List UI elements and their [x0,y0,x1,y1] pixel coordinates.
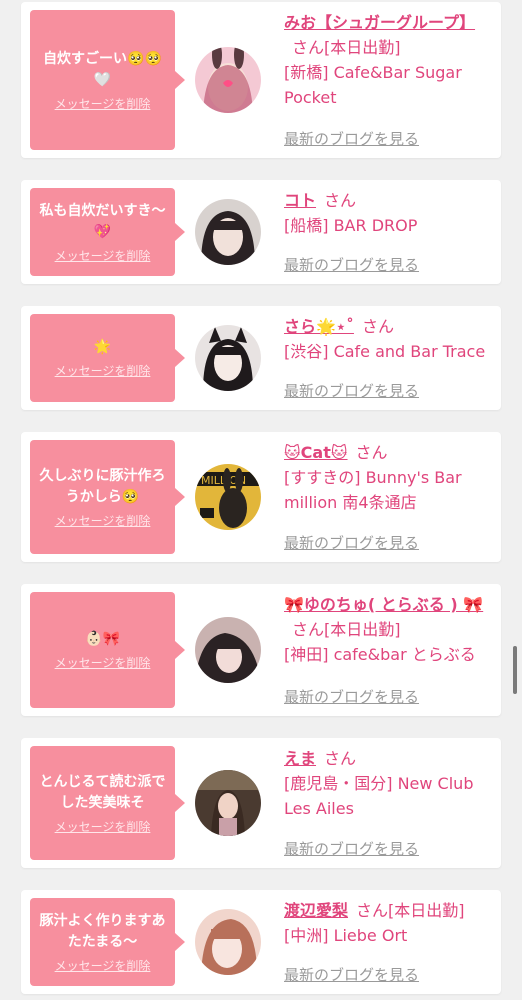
cast-info: えま さん [鹿児島・国分] New Club Les Ailes [284,746,499,821]
avatar-photo [195,617,261,683]
delete-message-link[interactable]: メッセージを削除 [55,512,151,529]
list-item: 自炊すごーい🥺🥺🤍 メッセージを削除 みお【シュガーグループ】さん[本日出勤] … [21,2,501,158]
honorific: さん [292,620,325,639]
avatar-photo: MILLION [195,464,261,530]
honorific: さん [356,901,389,920]
avatar[interactable] [195,47,261,113]
cast-info: コト さん [船橋] BAR DROP [284,188,499,238]
cast-name-link[interactable]: 🐱Cat🐱 [284,443,348,462]
latest-blog-link[interactable]: 最新のブログを見る [284,964,419,985]
cast-name-link[interactable]: さら🌟⋆˚ [284,317,354,336]
avatar-photo [195,47,261,113]
message-bubble: 自炊すごーい🥺🥺🤍 メッセージを削除 [30,10,185,150]
cast-name-link[interactable]: コト [284,191,316,210]
honorific: さん [292,38,325,57]
delete-message-link[interactable]: メッセージを削除 [55,362,151,379]
message-text: 🌟 [93,339,112,355]
latest-blog-link[interactable]: 最新のブログを見る [284,380,419,401]
message-bubble: 久しぶりに豚汁作ろうかしら🥺 メッセージを削除 [30,440,185,554]
avatar[interactable] [195,770,261,836]
message-list: 自炊すごーい🥺🥺🤍 メッセージを削除 みお【シュガーグループ】さん[本日出勤] … [0,0,522,1000]
shop-name: [渋谷] Cafe and Bar Trace [284,342,486,361]
shop-name: [新橋] Cafe&Bar Sugar Pocket [284,63,462,107]
avatar-photo [195,325,261,391]
message-text: 自炊すごーい🥺🥺🤍 [43,50,162,88]
avatar[interactable] [195,325,261,391]
honorific: さん [361,317,394,336]
status-badge: [本日出勤] [324,620,401,639]
cast-info: 🐱Cat🐱 さん [すすきの] Bunny's Bar million 南4条通店 [284,440,499,515]
avatar-photo [195,909,261,975]
scrollbar-thumb[interactable] [513,646,517,694]
delete-message-link[interactable]: メッセージを削除 [55,818,151,835]
delete-message-link[interactable]: メッセージを削除 [55,957,151,974]
status-badge: [本日出勤] [388,901,465,920]
avatar[interactable] [195,617,261,683]
cast-name-link[interactable]: 🎀ゆのちゅ( とらぶる ) 🎀 [284,595,483,614]
shop-name: [神田] cafe&bar とらぶる [284,645,476,664]
cast-name-link[interactable]: 渡辺愛梨 [284,901,348,920]
latest-blog-link[interactable]: 最新のブログを見る [284,838,419,859]
cast-info: 渡辺愛梨 さん[本日出勤] [中洲] Liebe Ort [284,898,499,948]
avatar-photo [195,770,261,836]
message-text: 👶🏻🎀 [85,631,120,647]
list-item: 👶🏻🎀 メッセージを削除 🎀ゆのちゅ( とらぶる ) 🎀 さん[本日出勤] [神田… [21,584,501,716]
message-text: 私も自炊だいすき〜💖 [39,202,166,240]
list-item: 私も自炊だいすき〜💖 メッセージを削除 コト さん [船橋] BAR DROP 最… [21,180,501,284]
status-badge: [本日出勤] [324,38,401,57]
avatar[interactable]: MILLION [195,464,261,530]
list-item: 久しぶりに豚汁作ろうかしら🥺 メッセージを削除 MILLION 🐱Cat🐱 さん … [21,432,501,562]
avatar-photo [195,199,261,265]
message-bubble: とんじるて読む派でした笑美味そ メッセージを削除 [30,746,185,860]
message-text: 久しぶりに豚汁作ろうかしら🥺 [39,467,166,505]
message-bubble: 私も自炊だいすき〜💖 メッセージを削除 [30,188,185,276]
avatar[interactable] [195,199,261,265]
shop-name: [鹿児島・国分] New Club Les Ailes [284,774,474,818]
message-bubble: 豚汁よく作りますあたたまる〜 メッセージを削除 [30,898,185,986]
delete-message-link[interactable]: メッセージを削除 [55,95,151,112]
honorific: さん [355,443,388,462]
latest-blog-link[interactable]: 最新のブログを見る [284,254,419,275]
list-item: 🌟 メッセージを削除 さら🌟⋆˚ さん [渋谷] Cafe and Bar Tra… [21,306,501,410]
delete-message-link[interactable]: メッセージを削除 [55,247,151,264]
message-text: 豚汁よく作りますあたたまる〜 [39,912,166,950]
latest-blog-link[interactable]: 最新のブログを見る [284,532,419,553]
shop-name: [すすきの] Bunny's Bar million 南4条通店 [284,468,462,512]
delete-message-link[interactable]: メッセージを削除 [55,654,151,671]
latest-blog-link[interactable]: 最新のブログを見る [284,128,419,149]
shop-name: [船橋] BAR DROP [284,216,418,235]
honorific: さん [324,191,357,210]
message-text: とんじるて読む派でした笑美味そ [39,773,166,811]
list-item: とんじるて読む派でした笑美味そ メッセージを削除 えま さん [鹿児島・国分] N… [21,738,501,868]
message-bubble: 👶🏻🎀 メッセージを削除 [30,592,185,708]
list-item: 豚汁よく作りますあたたまる〜 メッセージを削除 渡辺愛梨 さん[本日出勤] [中洲… [21,890,501,994]
cast-info: さら🌟⋆˚ さん [渋谷] Cafe and Bar Trace [284,314,499,364]
cast-name-link[interactable]: みお【シュガーグループ】 [284,13,475,32]
message-bubble: 🌟 メッセージを削除 [30,314,185,402]
shop-name: [中洲] Liebe Ort [284,926,408,945]
avatar[interactable] [195,909,261,975]
cast-name-link[interactable]: えま [284,749,316,768]
cast-info: 🎀ゆのちゅ( とらぶる ) 🎀 さん[本日出勤] [神田] cafe&bar とら… [284,592,499,667]
latest-blog-link[interactable]: 最新のブログを見る [284,686,419,707]
honorific: さん [324,749,357,768]
cast-info: みお【シュガーグループ】さん[本日出勤] [新橋] Cafe&Bar Sugar… [284,10,499,110]
